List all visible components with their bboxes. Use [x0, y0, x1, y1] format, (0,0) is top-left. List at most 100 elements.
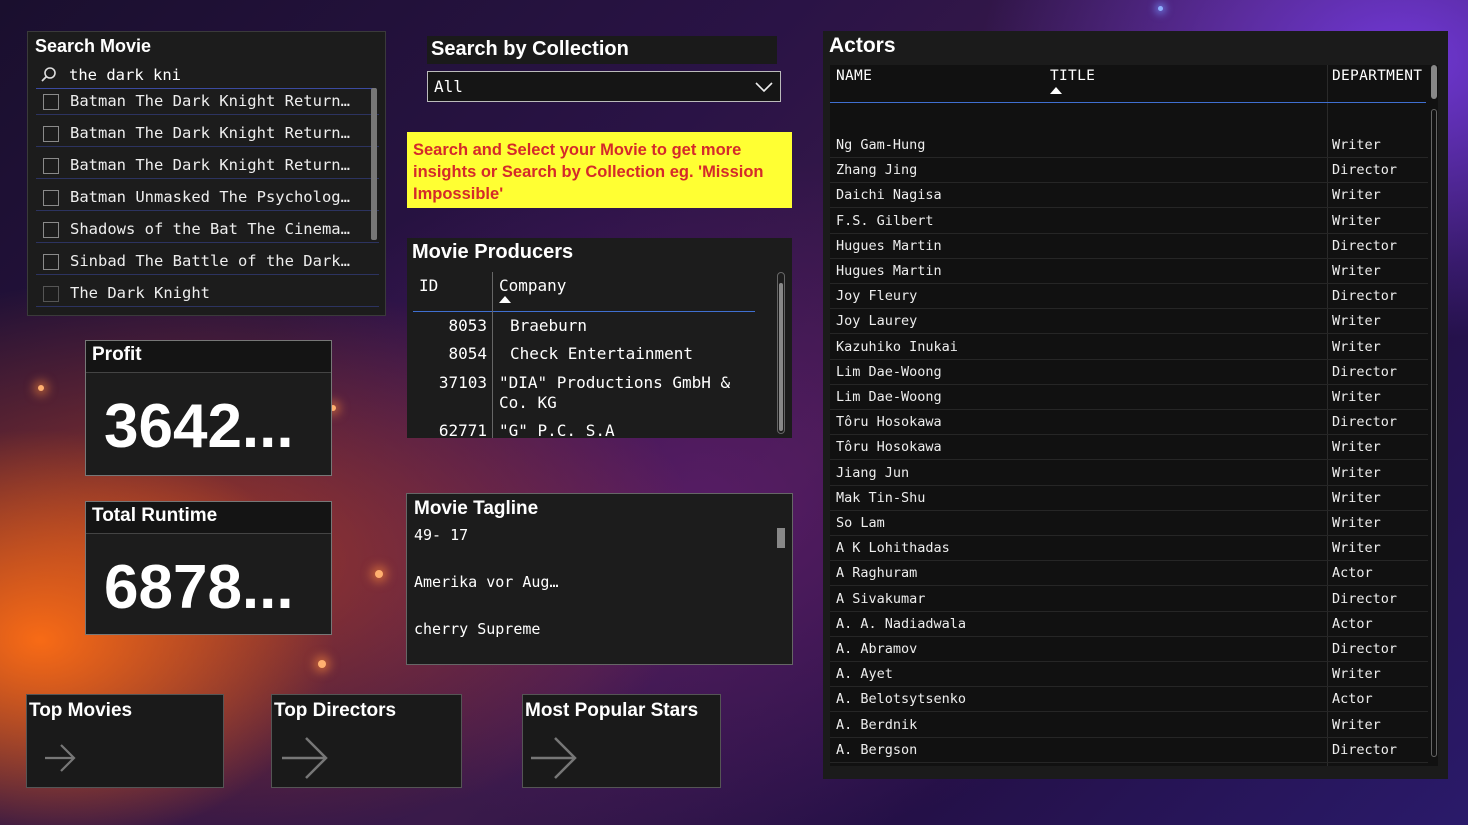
movie-option[interactable]: Batman The Dark Knight Return… — [36, 91, 379, 115]
table-row[interactable]: Lim Dae-Woong Director — [830, 360, 1428, 385]
magnifier-icon — [40, 66, 58, 89]
producer-company: Braeburn — [510, 316, 588, 335]
actor-name: Hugues Martin — [836, 263, 942, 279]
checkbox[interactable] — [43, 190, 59, 206]
movie-option[interactable]: The Dark Knight — [36, 283, 379, 307]
scrollbar[interactable] — [371, 88, 377, 240]
column-header-title[interactable]: TITLE — [1050, 68, 1095, 84]
column-header-id[interactable]: ID — [419, 276, 438, 295]
actor-name: A. Ayet — [836, 666, 893, 683]
column-header-company[interactable]: Company — [499, 276, 566, 295]
scrollbar-thumb[interactable] — [1431, 65, 1437, 99]
column-header-name[interactable]: NAME — [836, 68, 872, 84]
actor-department: Writer — [1332, 716, 1381, 733]
popular-stars-button[interactable]: Most Popular Stars — [522, 694, 721, 788]
actor-department: Writer — [1332, 338, 1381, 355]
actor-name: A Sivakumar — [836, 590, 926, 607]
table-row[interactable]: A Raghuram Actor — [830, 561, 1428, 587]
actor-department: Writer — [1332, 540, 1381, 557]
table-row[interactable]: A. Berdnik Writer — [830, 713, 1428, 738]
table-row[interactable]: Hugues Martin Director — [830, 234, 1428, 259]
top-movies-button[interactable]: Top Movies — [26, 694, 224, 788]
instruction-banner: Search and Select your Movie to get more… — [407, 132, 792, 208]
actor-department: Actor — [1332, 691, 1373, 708]
actor-name: A. Abramov — [836, 641, 918, 657]
actor-name: Mak Tin-Shu — [836, 489, 926, 506]
table-row[interactable]: Joy Laurey Writer — [830, 309, 1428, 335]
movie-option[interactable]: Batman Unmasked The Psycholog… — [36, 187, 379, 211]
background-glow-dot — [375, 570, 383, 578]
table-row[interactable]: Hugues Martin Writer — [830, 259, 1428, 284]
actor-department: Writer — [1332, 389, 1381, 405]
vertical-scrollbar[interactable] — [1430, 65, 1438, 766]
collection-dropdown[interactable]: All — [427, 71, 781, 102]
actor-name: Hugues Martin — [836, 237, 942, 254]
actor-name: Joy Laurey — [836, 313, 918, 330]
actor-department: Actor — [1332, 565, 1373, 582]
instruction-text: Search and Select your Movie to get more… — [413, 141, 764, 203]
search-movie-input[interactable]: the dark kni — [36, 65, 376, 89]
tagline-text: 49- 17 — [414, 526, 469, 544]
actor-name: Lim Dae-Woong — [836, 389, 942, 405]
producer-id: 37103 — [438, 373, 487, 392]
table-row[interactable]: Daichi Nagisa Writer — [830, 183, 1428, 209]
scrollbar-track[interactable] — [1431, 109, 1437, 757]
search-movie-query[interactable]: the dark kni — [69, 66, 181, 84]
table-row[interactable]: Mak Tin-Shu Writer — [830, 486, 1428, 511]
table-row[interactable]: A K Lohithadas Writer — [830, 536, 1428, 562]
actors-table: NAME TITLE DEPARTMENT Ng Gam-Hung Writer Z… — [830, 65, 1438, 766]
actor-name: Tôru Hosokawa — [836, 414, 942, 431]
actor-name: Ng Gam-Hung — [836, 137, 926, 153]
collection-selected: All — [434, 77, 463, 96]
table-row[interactable]: A. Abramov Director — [830, 637, 1428, 662]
checkbox[interactable] — [43, 126, 59, 142]
search-movie-slicer: Search Movie the dark kni Batman The Dar… — [27, 31, 386, 316]
table-row[interactable]: Tôru Hosokawa Writer — [830, 435, 1428, 461]
actor-name: A Raghuram — [836, 565, 918, 582]
actor-name: F.S. Gilbert — [836, 212, 934, 229]
checkbox[interactable] — [43, 94, 59, 110]
movie-option[interactable]: Batman The Dark Knight Return… — [36, 123, 379, 147]
checkbox[interactable] — [43, 254, 59, 270]
table-row[interactable]: A. Belotsytsenko Actor — [830, 687, 1428, 713]
table-row[interactable]: Kazuhiko Inukai Writer — [830, 335, 1428, 360]
table-row[interactable]: A. A. Nadiadwala Actor — [830, 612, 1428, 637]
collection-title: Search by Collection — [431, 38, 629, 60]
top-directors-button[interactable]: Top Directors — [271, 694, 462, 788]
table-row[interactable]: A Sivakumar Director — [830, 587, 1428, 612]
table-row[interactable]: Tôru Hosokawa Director — [830, 410, 1428, 436]
movie-option[interactable]: Sinbad The Battle of the Dark… — [36, 251, 379, 275]
movie-option[interactable]: Batman The Dark Knight Return… — [36, 155, 379, 179]
table-row[interactable]: A. BhimsinghDirector — [830, 763, 1428, 766]
top-directors-label: Top Directors — [274, 700, 397, 721]
scrollbar[interactable] — [777, 528, 785, 548]
tagline-text: Amerika vor Aug… — [414, 573, 559, 591]
runtime-card: Total Runtime 6878... — [85, 501, 332, 635]
top-movies-label: Top Movies — [29, 700, 133, 721]
sort-ascending-icon — [1050, 87, 1062, 94]
movie-producers-table: Movie Producers ID Company 8053 Braeburn… — [407, 238, 792, 438]
actor-department: Director — [1332, 414, 1398, 431]
checkbox[interactable] — [43, 158, 59, 174]
actors-title: Actors — [829, 34, 896, 57]
column-header-department[interactable]: DEPARTMENT — [1332, 68, 1422, 84]
table-row[interactable]: Ng Gam-Hung Writer — [830, 133, 1428, 158]
table-row[interactable]: A. Bergson Director — [830, 738, 1428, 763]
table-row[interactable]: Lim Dae-Woong Writer — [830, 385, 1428, 410]
actor-department: Director — [1332, 741, 1398, 758]
table-row[interactable]: F.S. Gilbert Writer — [830, 209, 1428, 234]
table-row[interactable]: Joy Fleury Director — [830, 284, 1428, 310]
table-row[interactable]: Jiang Jun Writer — [830, 461, 1428, 486]
actor-department: Director — [1332, 590, 1398, 607]
table-row[interactable]: Zhang Jing Director — [830, 158, 1428, 184]
actor-department: Director — [1332, 162, 1398, 179]
movie-option[interactable]: Shadows of the Bat The Cinema… — [36, 219, 379, 243]
checkbox[interactable] — [43, 222, 59, 238]
chevron-down-icon — [754, 75, 774, 101]
table-row[interactable]: So Lam Writer — [830, 511, 1428, 536]
scrollbar-thumb[interactable] — [779, 283, 783, 431]
checkbox[interactable] — [43, 286, 59, 302]
actor-name: Lim Dae-Woong — [836, 363, 942, 380]
scrollbar[interactable] — [777, 272, 785, 434]
table-row[interactable]: A. Ayet Writer — [830, 662, 1428, 688]
